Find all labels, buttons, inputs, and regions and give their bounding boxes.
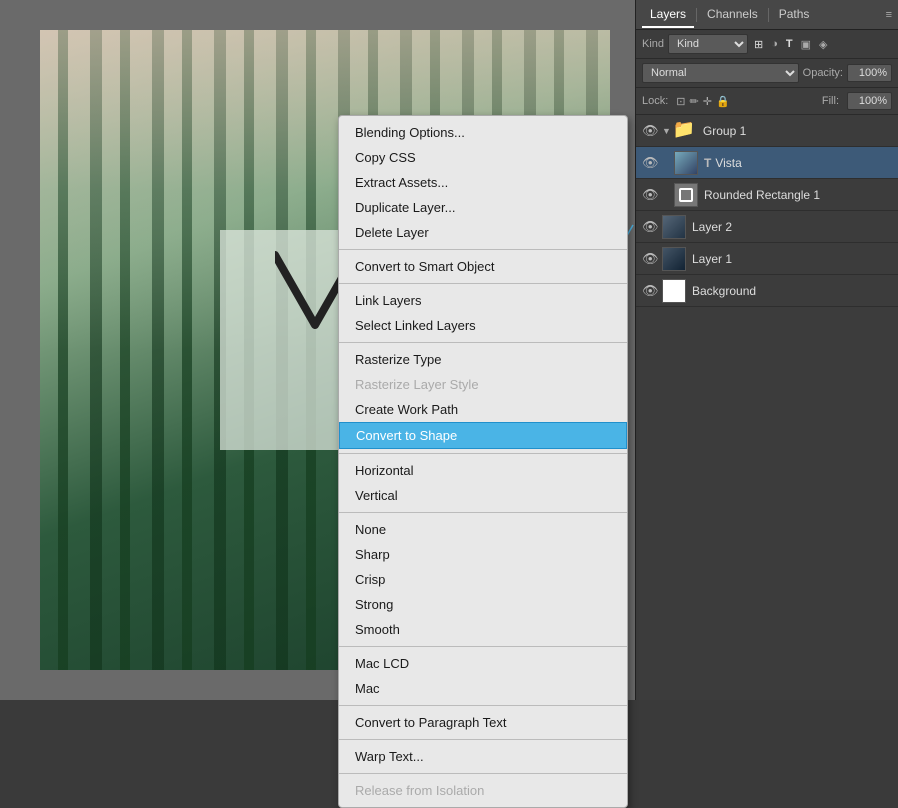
kind-label: Kind bbox=[642, 38, 664, 50]
opacity-label: Opacity: bbox=[803, 67, 843, 79]
context-menu-item-vertical[interactable]: Vertical bbox=[339, 483, 627, 508]
context-menu-item-blending-options[interactable]: Blending Options... bbox=[339, 120, 627, 145]
layer-name-background: Background bbox=[692, 284, 892, 298]
layer-name-group1: Group 1 bbox=[703, 124, 892, 138]
layer-name-layer1: Layer 1 bbox=[692, 252, 892, 266]
context-menu-item-duplicate-layer[interactable]: Duplicate Layer... bbox=[339, 195, 627, 220]
separator-after-mac bbox=[339, 705, 627, 706]
context-menu-item-copy-css[interactable]: Copy CSS bbox=[339, 145, 627, 170]
lock-label: Lock: bbox=[642, 95, 668, 107]
context-menu-item-rasterize-type[interactable]: Rasterize Type bbox=[339, 347, 627, 372]
context-menu-item-smooth[interactable]: Smooth bbox=[339, 617, 627, 642]
context-menu-item-create-work-path[interactable]: Create Work Path bbox=[339, 397, 627, 422]
layer-item-group1[interactable]: 👁 ▼📁 Group 1 bbox=[636, 115, 898, 147]
context-menu-item-convert-to-shape[interactable]: Convert to Shape bbox=[339, 422, 627, 449]
layer-visibility-background[interactable]: 👁 bbox=[642, 283, 658, 299]
separator-after-warp-text bbox=[339, 773, 627, 774]
layer-visibility-group1[interactable]: 👁 bbox=[642, 123, 658, 139]
layer-visibility-rounded-rect1[interactable]: 👁 bbox=[642, 187, 658, 203]
separator-after-smooth bbox=[339, 646, 627, 647]
kind-select[interactable]: Kind bbox=[668, 34, 748, 54]
layer-visibility-vista[interactable]: 👁 bbox=[642, 155, 658, 171]
layer-thumb-group1: 📁 bbox=[673, 119, 697, 143]
layer-visibility-layer2[interactable]: 👁 bbox=[642, 219, 658, 235]
shape-filter-icon[interactable]: ▣ bbox=[799, 36, 813, 53]
layer-visibility-layer1[interactable]: 👁 bbox=[642, 251, 658, 267]
separator-after-convert-to-smart-object bbox=[339, 283, 627, 284]
context-menu-item-link-layers[interactable]: Link Layers bbox=[339, 288, 627, 313]
smartobj-filter-icon[interactable]: ◈ bbox=[817, 36, 829, 53]
layer-item-vista[interactable]: 👁 T Vista bbox=[636, 147, 898, 179]
tab-layers[interactable]: Layers bbox=[642, 2, 694, 28]
context-menu-item-release-from-isolation: Release from Isolation bbox=[339, 778, 627, 803]
context-menu-item-delete-layer[interactable]: Delete Layer bbox=[339, 220, 627, 245]
layer-thumb-layer1 bbox=[662, 247, 686, 271]
panels-area: Layers Channels Paths ≡ Kind Kind ⊞ ◑ T … bbox=[635, 0, 898, 700]
text-type-icon-vista: T bbox=[704, 156, 711, 170]
folder-icon: 📁 bbox=[673, 119, 695, 139]
layer-item-rounded-rect1[interactable]: 👁 Rounded Rectangle 1 bbox=[636, 179, 898, 211]
context-menu-item-mac-lcd[interactable]: Mac LCD bbox=[339, 651, 627, 676]
lock-position-icon[interactable]: ✛ bbox=[703, 95, 712, 108]
layer-thumb-layer2 bbox=[662, 215, 686, 239]
separator-after-vertical bbox=[339, 512, 627, 513]
separator-after-convert-to-shape bbox=[339, 453, 627, 454]
panel-menu-icon[interactable]: ≡ bbox=[886, 9, 892, 21]
context-menu-item-convert-to-paragraph-text[interactable]: Convert to Paragraph Text bbox=[339, 710, 627, 735]
group-collapse-group1[interactable]: ▼ bbox=[662, 126, 671, 136]
text-filter-icon[interactable]: T bbox=[784, 36, 795, 52]
blend-mode-select[interactable]: Normal bbox=[642, 63, 799, 83]
tab-divider-2 bbox=[768, 8, 769, 22]
context-menu-item-extract-assets[interactable]: Extract Assets... bbox=[339, 170, 627, 195]
layer-name-layer2: Layer 2 bbox=[692, 220, 892, 234]
separator-after-select-linked-layers bbox=[339, 342, 627, 343]
context-menu-item-mac[interactable]: Mac bbox=[339, 676, 627, 701]
context-menu-item-crisp[interactable]: Crisp bbox=[339, 567, 627, 592]
tab-paths[interactable]: Paths bbox=[771, 2, 818, 28]
separator-after-convert-to-paragraph-text bbox=[339, 739, 627, 740]
context-menu-item-warp-text[interactable]: Warp Text... bbox=[339, 744, 627, 769]
panel-tabs: Layers Channels Paths ≡ bbox=[636, 0, 898, 30]
separator-after-delete-layer bbox=[339, 249, 627, 250]
context-menu-item-none[interactable]: None bbox=[339, 517, 627, 542]
lock-transparency-icon[interactable]: ⊡ bbox=[676, 95, 685, 108]
layer-item-layer1[interactable]: 👁 Layer 1 bbox=[636, 243, 898, 275]
lock-icons-group: ⊡ ✏ ✛ 🔒 bbox=[676, 95, 729, 108]
context-menu-item-strong[interactable]: Strong bbox=[339, 592, 627, 617]
context-menu-item-sharp[interactable]: Sharp bbox=[339, 542, 627, 567]
fill-value[interactable]: 100% bbox=[847, 92, 892, 110]
fill-label: Fill: bbox=[822, 95, 839, 107]
tab-divider-1 bbox=[696, 8, 697, 22]
layers-blend-row: Normal Opacity: 100% bbox=[636, 59, 898, 88]
layer-name-rounded-rect1: Rounded Rectangle 1 bbox=[704, 188, 892, 202]
adjustment-filter-icon[interactable]: ◑ bbox=[769, 36, 780, 52]
opacity-value[interactable]: 100% bbox=[847, 64, 892, 82]
lock-pixels-icon[interactable]: ✏ bbox=[690, 95, 699, 108]
context-menu-item-select-linked-layers[interactable]: Select Linked Layers bbox=[339, 313, 627, 338]
layer-item-layer2[interactable]: 👁 Layer 2 bbox=[636, 211, 898, 243]
tab-channels[interactable]: Channels bbox=[699, 2, 766, 28]
layer-item-background[interactable]: 👁 Background bbox=[636, 275, 898, 307]
pixel-filter-icon[interactable]: ⊞ bbox=[752, 36, 765, 53]
layer-thumb-vista bbox=[674, 151, 698, 175]
context-menu-item-convert-to-smart-object[interactable]: Convert to Smart Object bbox=[339, 254, 627, 279]
lock-all-icon[interactable]: 🔒 bbox=[716, 95, 730, 108]
context-menu-item-horizontal[interactable]: Horizontal bbox=[339, 458, 627, 483]
layers-list: 👁 ▼📁 Group 1 👁 T Vista 👁 Rounded Rectangle 1 👁 La… bbox=[636, 115, 898, 307]
layer-thumb-background bbox=[662, 279, 686, 303]
context-menu: Blending Options...Copy CSSExtract Asset… bbox=[338, 115, 628, 808]
layer-thumb-rounded-rect1 bbox=[674, 183, 698, 207]
context-menu-item-rasterize-layer-style: Rasterize Layer Style bbox=[339, 372, 627, 397]
layers-lock-row: Lock: ⊡ ✏ ✛ 🔒 Fill: 100% bbox=[636, 88, 898, 115]
layers-kind-row: Kind Kind ⊞ ◑ T ▣ ◈ bbox=[636, 30, 898, 59]
layer-name-vista: Vista bbox=[715, 156, 892, 170]
